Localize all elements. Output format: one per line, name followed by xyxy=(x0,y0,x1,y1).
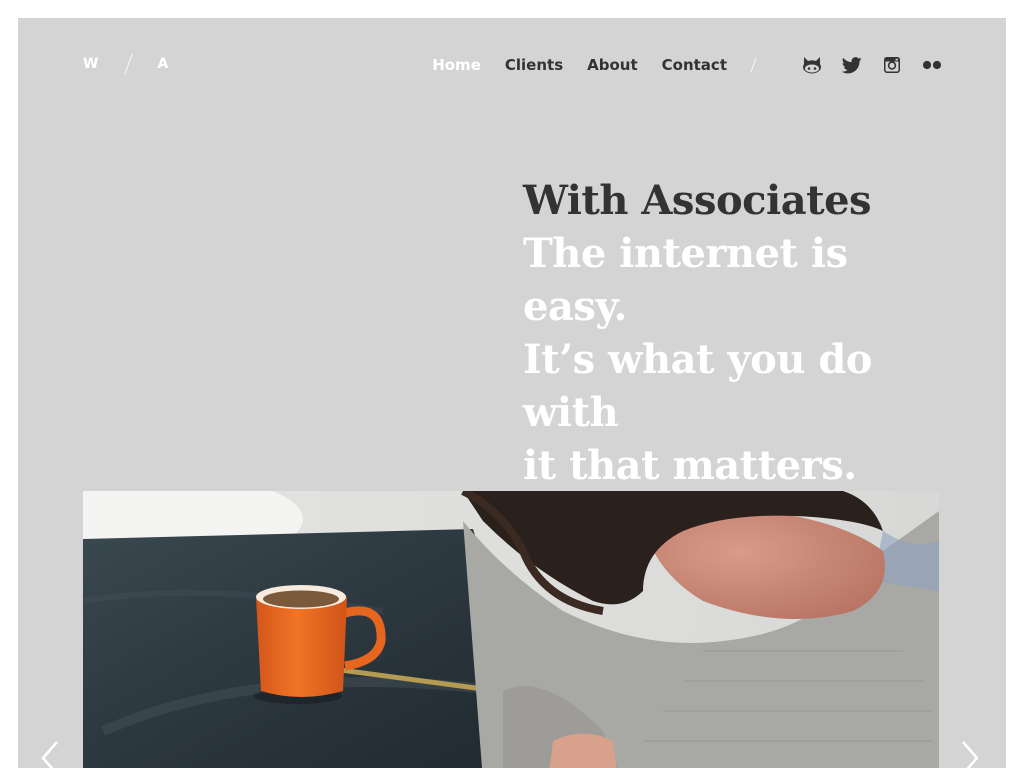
main-nav: Home Clients About Contact xyxy=(432,54,942,76)
hero-title: With Associates xyxy=(523,177,872,224)
site-logo[interactable]: W A xyxy=(83,53,169,75)
instagram-icon[interactable] xyxy=(882,55,902,75)
chevron-right-icon xyxy=(962,741,979,768)
carousel-next-button[interactable] xyxy=(958,738,982,768)
nav-clients[interactable]: Clients xyxy=(505,56,563,74)
twitter-icon[interactable] xyxy=(842,55,862,75)
chevron-left-icon xyxy=(41,741,58,768)
carousel-prev-button[interactable] xyxy=(38,738,62,768)
logo-divider xyxy=(124,53,134,75)
hero-tagline-line-2: It’s what you do with xyxy=(523,336,872,436)
page-frame: W A Home Clients About Contact With Asso… xyxy=(18,18,1006,768)
logo-letter-a: A xyxy=(157,56,169,72)
nav-contact[interactable]: Contact xyxy=(662,56,727,74)
flickr-icon[interactable] xyxy=(922,55,942,75)
hero-photo xyxy=(83,491,939,768)
logo-letter-w: W xyxy=(83,56,99,72)
hero-tagline-line-3: it that matters. xyxy=(523,442,857,489)
hero-photo-illustration xyxy=(83,491,939,768)
nav-divider xyxy=(750,57,757,73)
github-icon[interactable] xyxy=(802,55,822,75)
hero-text: With Associates The internet is easy. It… xyxy=(523,174,963,492)
nav-about[interactable]: About xyxy=(587,56,638,74)
nav-home[interactable]: Home xyxy=(432,56,481,74)
hero-tagline-line-1: The internet is easy. xyxy=(523,230,848,330)
